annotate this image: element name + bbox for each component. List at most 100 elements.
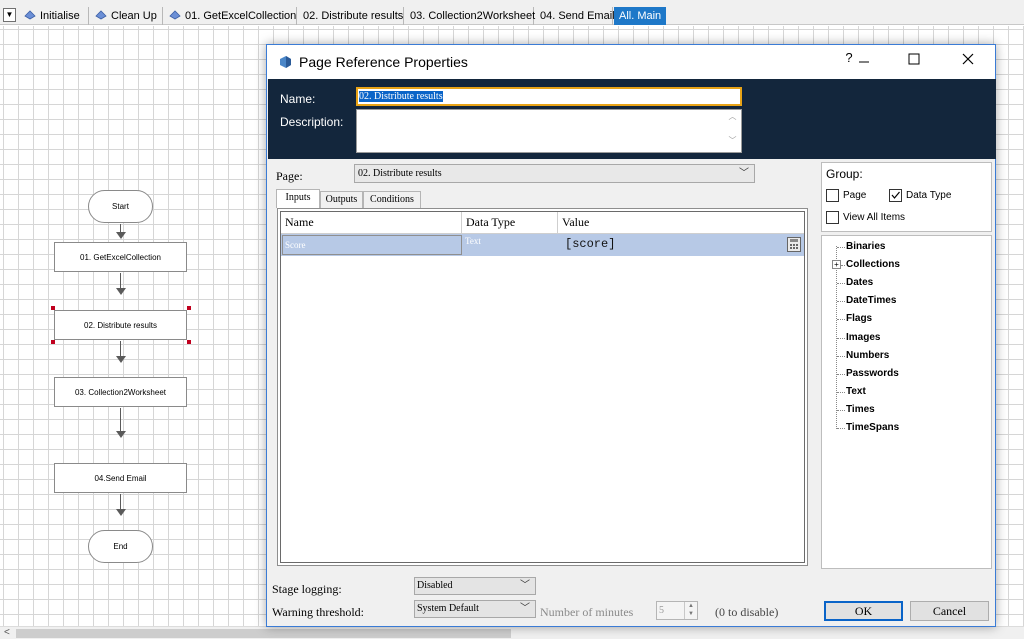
tree-branch [837,247,845,248]
view-all-items-checkbox[interactable] [826,211,839,224]
maximize-button[interactable] [899,51,929,73]
column-header-data-type[interactable]: Data Type [462,212,558,234]
group-options: Group: Page Data Type View All Items [821,162,992,232]
page-stage-distribute-results[interactable]: 02. Distribute results [54,310,187,340]
arrowhead [116,356,126,363]
group-datatype-label: Data Type [906,190,952,201]
subsheet-icon [169,10,181,20]
column-header-value[interactable]: Value [558,212,804,234]
description-scrollbar[interactable]: ︿ ﹀ [725,111,740,151]
page-stage-get-excel-collection[interactable]: 01. GetExcelCollection [54,242,187,272]
name-description-panel: Name: 02. Distribute results Description… [268,79,996,159]
view-all-items-label: View All Items [843,212,906,223]
tab-initialise[interactable]: Initialise [19,7,89,25]
arrowhead [116,288,126,295]
minutes-stepper[interactable]: 5 ▲ ▼ [656,601,698,620]
page-stage-send-email[interactable]: 04.Send Email [54,463,187,493]
data-type-tree: + Binaries Collections Dates DateTimes F… [821,235,992,569]
disable-hint: (0 to disable) [715,605,779,619]
tab-all-main[interactable]: All. Main [614,7,666,25]
selection-handle[interactable] [187,306,191,310]
selection-handle[interactable] [51,306,55,310]
page-label: Page: [276,169,303,183]
arrowhead [116,509,126,516]
tree-branch [841,265,845,266]
tree-branch [837,374,845,375]
cell-name[interactable]: Score [282,235,462,255]
tree-branch [837,283,845,284]
tree-branch [837,319,845,320]
tree-item-numbers[interactable]: Numbers [846,350,889,361]
tab-distribute-results[interactable]: 02. Distribute results [298,7,404,25]
checkmark-icon [891,191,900,199]
tree-item-datetimes[interactable]: DateTimes [846,295,896,306]
horizontal-scrollbar[interactable]: < [0,626,1024,639]
tree-branch [837,356,845,357]
stage-logging-select[interactable]: Disabled ﹀ [414,577,536,595]
page-reference-properties-dialog: Page Reference Properties ? Name: 02. Di… [266,44,996,627]
scroll-up-icon[interactable]: ︿ [725,111,740,122]
scroll-thumb[interactable] [16,629,511,638]
tab-send-email[interactable]: 04. Send Email [535,7,615,25]
page-select[interactable]: 02. Distribute results ﹀ [354,164,755,183]
inputs-grid-inner: Name Data Type Value Score Text [score] [280,211,805,563]
page-stage-collection2worksheet[interactable]: 03. Collection2Worksheet [54,377,187,407]
name-label: Name: [280,92,316,106]
page-tab-strip: ▼ Initialise Clean Up 01. GetExcelCollec… [0,0,1024,25]
spin-down-icon[interactable]: ▼ [685,610,697,618]
tree-item-passwords[interactable]: Passwords [846,368,899,379]
subsheet-icon [95,10,107,20]
selection-handle[interactable] [187,340,191,344]
tree-item-binaries[interactable]: Binaries [846,241,885,252]
tree-branch [837,428,845,429]
spin-buttons[interactable]: ▲ ▼ [684,602,697,619]
cancel-button[interactable]: Cancel [910,601,989,621]
scroll-down-icon[interactable]: ﹀ [725,135,740,146]
tab-clean-up[interactable]: Clean Up [90,7,163,25]
cell-data-type: Text [465,236,481,246]
tree-item-images[interactable]: Images [846,332,880,343]
group-datatype-checkbox[interactable] [889,189,902,202]
tree-item-times[interactable]: Times [846,404,875,415]
ok-button[interactable]: OK [824,601,903,621]
dialog-titlebar[interactable]: Page Reference Properties ? [267,45,995,79]
tab-outputs[interactable]: Outputs [320,191,363,208]
tree-item-timespans[interactable]: TimeSpans [846,422,899,433]
tree-item-text[interactable]: Text [846,386,866,397]
expand-icon[interactable]: + [832,260,841,269]
minimize-icon [859,61,869,63]
tree-item-dates[interactable]: Dates [846,277,873,288]
tab-conditions[interactable]: Conditions [363,191,421,208]
tab-get-excel-collection[interactable]: 01. GetExcelCollection [164,7,297,25]
selection-handle[interactable] [51,340,55,344]
description-input[interactable]: ︿ ﹀ [356,109,742,153]
group-page-label: Page [843,190,867,201]
cell-value[interactable]: [score] [565,237,615,251]
tree-branch [837,410,845,411]
tree-item-flags[interactable]: Flags [846,313,872,324]
subsheet-icon [24,10,36,20]
table-row[interactable]: Score Text [score] [281,234,804,256]
name-input[interactable]: 02. Distribute results [356,87,742,106]
calculator-icon [790,239,798,249]
arrowhead [116,431,126,438]
minimize-button[interactable] [849,51,879,73]
start-stage[interactable]: Start [88,190,153,223]
description-label: Description: [280,115,344,129]
chevron-down-icon: ﹀ [520,603,530,614]
tree-item-collections[interactable]: Collections [846,259,900,270]
number-of-minutes-label: Number of minutes [540,605,634,619]
end-stage[interactable]: End [88,530,153,563]
close-button[interactable] [953,51,983,73]
spin-up-icon[interactable]: ▲ [685,602,697,610]
chevron-down-icon: ﹀ [739,168,749,179]
warning-threshold-select[interactable]: System Default ﹀ [414,600,536,618]
group-page-checkbox[interactable] [826,189,839,202]
scroll-left-icon[interactable]: < [4,627,10,639]
tab-inputs[interactable]: Inputs [276,189,320,208]
tab-dropdown-button[interactable]: ▼ [3,8,16,22]
column-header-name[interactable]: Name [281,212,462,234]
expression-editor-icon[interactable] [787,237,801,252]
chevron-down-icon: ﹀ [520,580,530,591]
tab-collection2worksheet[interactable]: 03. Collection2Worksheet [405,7,535,25]
